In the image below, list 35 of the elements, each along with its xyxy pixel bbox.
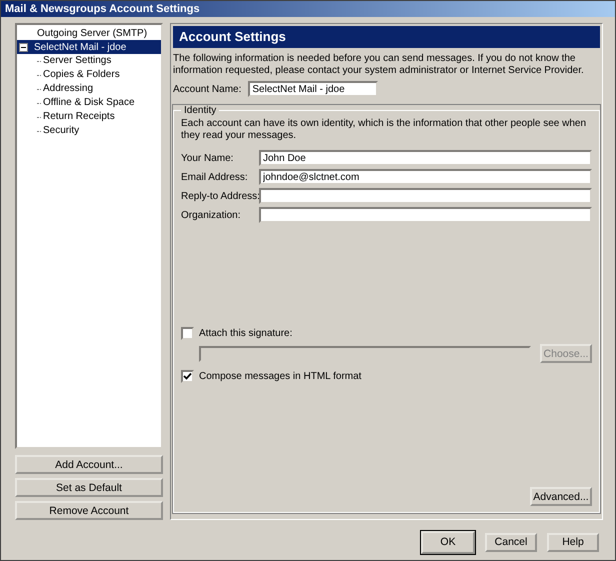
- field-label: Account Name:: [173, 84, 242, 94]
- field-label: Reply-to Address:: [181, 190, 259, 202]
- tree-item[interactable]: SelectNet Mail - jdoe: [32, 42, 128, 52]
- tree-item[interactable]: Return Receipts: [41, 110, 117, 124]
- account-button[interactable]: Add Account...: [15, 455, 163, 474]
- tree-item[interactable]: Server Settings: [41, 54, 114, 68]
- group-legend: Identity: [181, 105, 220, 116]
- tree-item[interactable]: Security: [41, 124, 82, 138]
- tree-item[interactable]: Copies & Folders: [41, 68, 122, 82]
- advanced-button[interactable]: Advanced...: [530, 487, 592, 506]
- tree-item[interactable]: Addressing: [41, 82, 96, 96]
- account-button[interactable]: Set as Default: [15, 478, 163, 497]
- dialog-button[interactable]: Help: [547, 532, 599, 552]
- collapse-icon[interactable]: [19, 42, 28, 52]
- field-label: Email Address:: [181, 172, 249, 182]
- text-field[interactable]: [259, 188, 592, 204]
- account-name-field[interactable]: SelectNet Mail - jdoe: [248, 81, 378, 97]
- checkmark-icon: [183, 372, 192, 381]
- checkbox[interactable]: [181, 370, 194, 383]
- description-text: The following information is needed before you can send messages. If you do not know the information requested, please contact your system administrator or Internet Service Provider.: [173, 53, 585, 77]
- tree-item[interactable]: Offline & Disk Space: [41, 96, 137, 110]
- text-field[interactable]: johndoe@slctnet.com: [259, 169, 592, 185]
- identity-description: Each account can have its own identity, which is the information that other people see when they read your messages.: [181, 118, 588, 142]
- text-field[interactable]: John Doe: [259, 150, 592, 166]
- panel-title: Account Settings: [173, 26, 600, 48]
- tree-item[interactable]: Outgoing Server (SMTP): [35, 28, 150, 38]
- account-button[interactable]: Remove Account: [15, 501, 163, 520]
- field-label: Organization:: [181, 210, 242, 220]
- field-label: Your Name:: [181, 152, 234, 164]
- text-field[interactable]: [259, 207, 592, 223]
- checkbox-label: Attach this signature:: [199, 328, 292, 339]
- checkbox-label: Compose messages in HTML format: [199, 371, 362, 382]
- window-title: Mail & Newsgroups Account Settings: [1, 1, 615, 17]
- dialog-button[interactable]: Cancel: [485, 532, 537, 552]
- dialog-button[interactable]: OK: [421, 530, 475, 554]
